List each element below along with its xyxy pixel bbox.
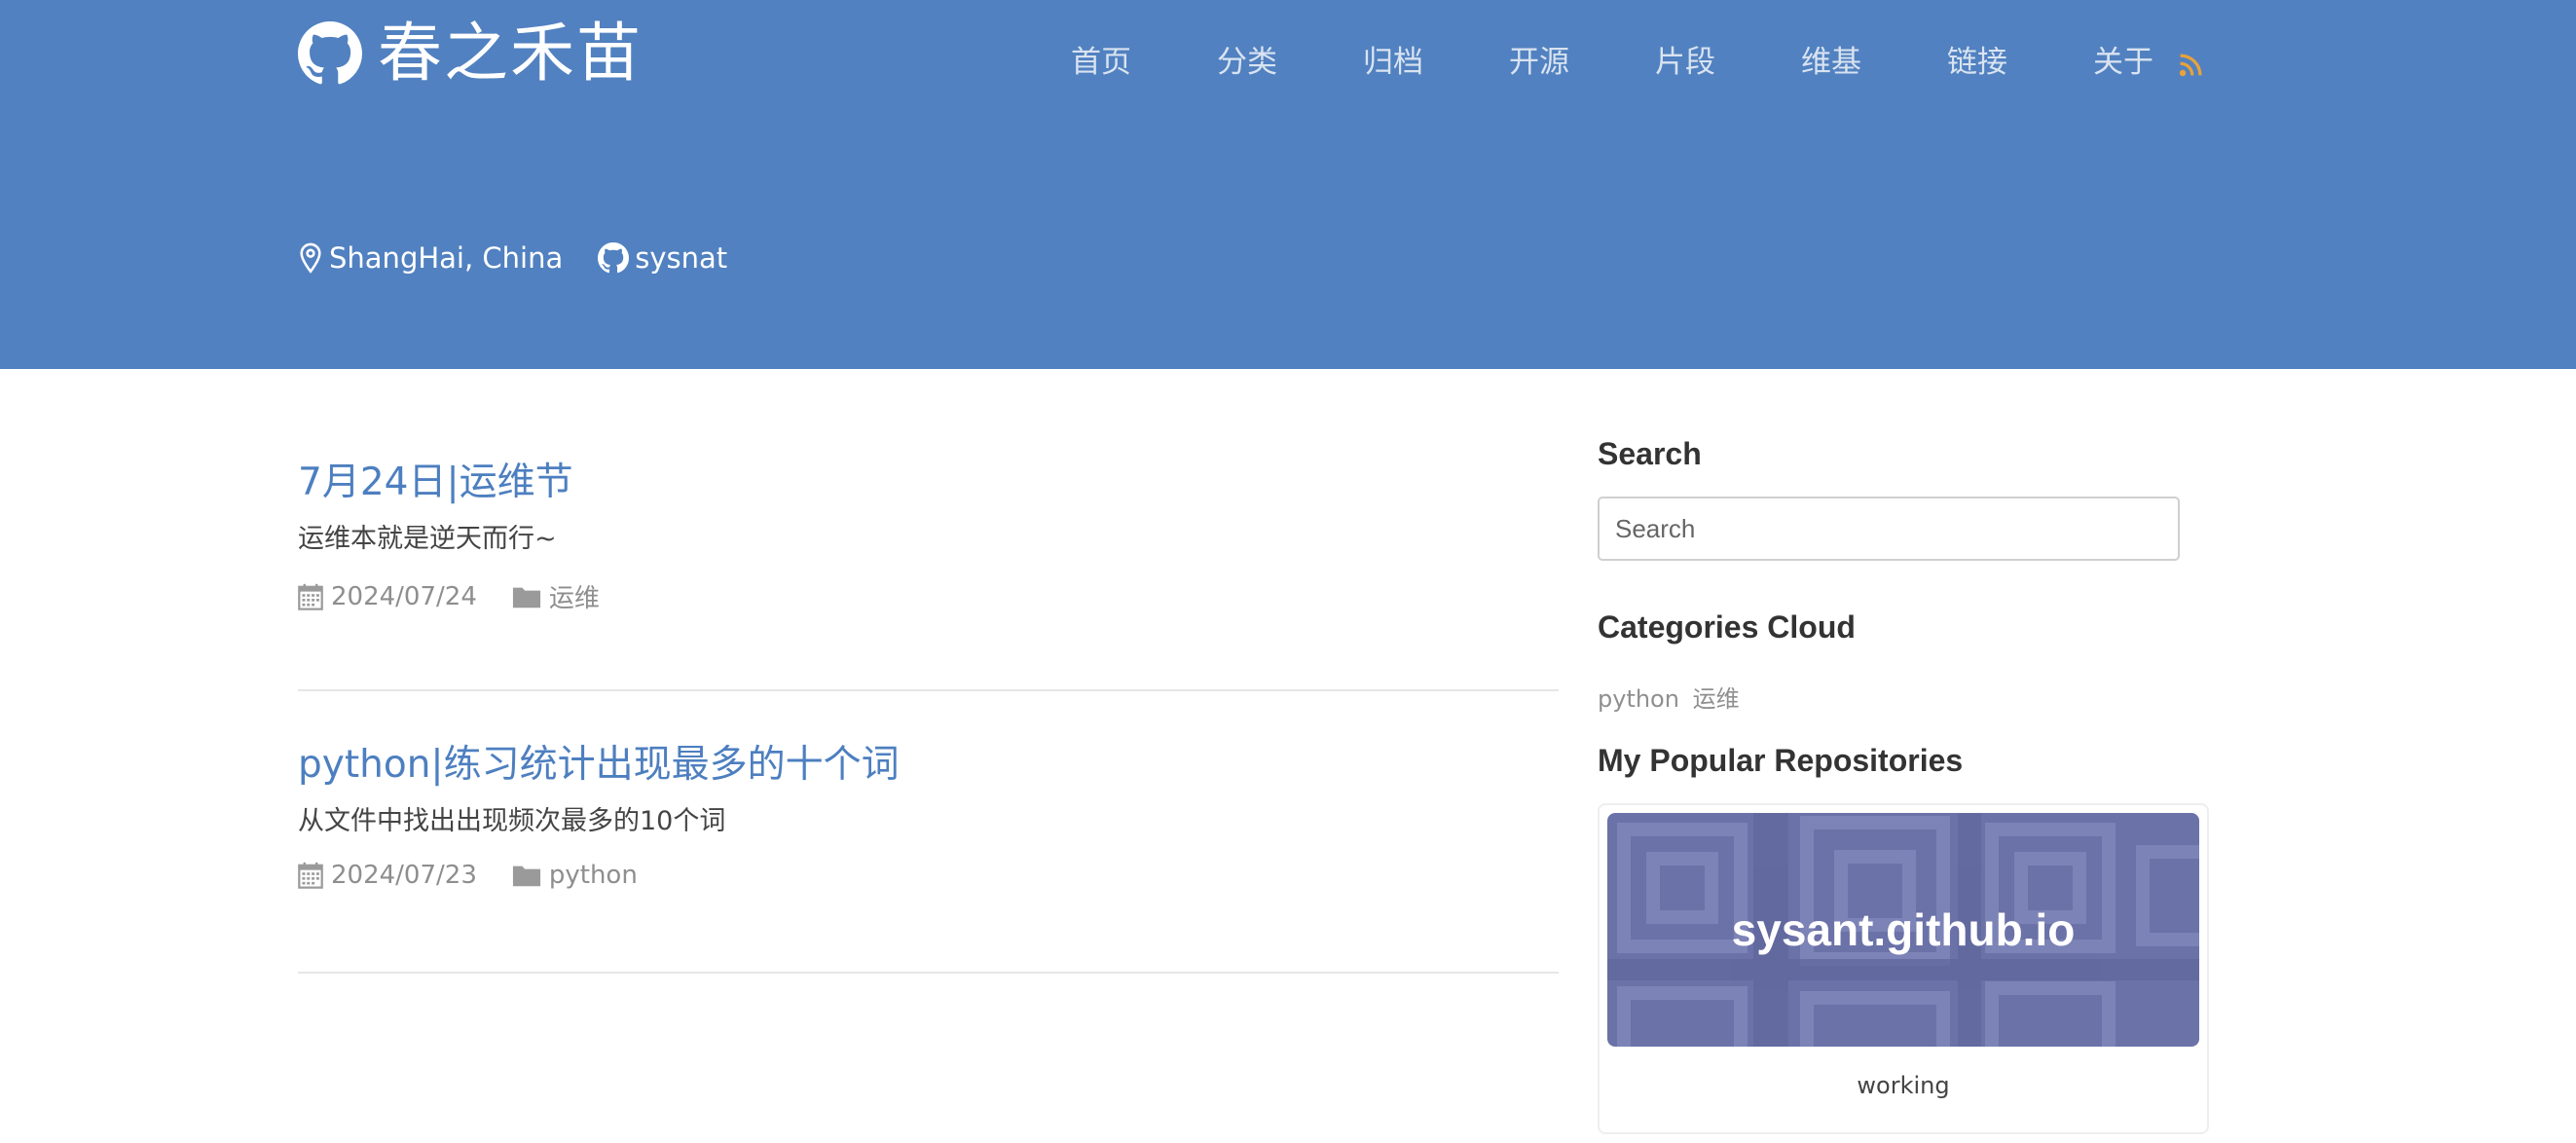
- repo-card[interactable]: sysant.github.io working: [1598, 803, 2209, 1134]
- calendar-icon: [298, 583, 323, 610]
- nav-item-links[interactable]: 链接: [1947, 37, 2007, 88]
- post-title[interactable]: 7月24日|运维节: [298, 458, 573, 508]
- nav-item-categories[interactable]: 分类: [1217, 37, 1277, 88]
- folder-icon: [512, 866, 540, 887]
- repo-description: working: [1857, 1072, 1950, 1099]
- repo-banner: sysant.github.io: [1607, 813, 2199, 1047]
- post-item: python|练习统计出现最多的十个词 从文件中找出出现频次最多的10个词 20…: [298, 691, 1559, 974]
- nav-item-wiki[interactable]: 维基: [1801, 37, 1861, 88]
- categories-cloud: python 运维: [1598, 680, 2209, 714]
- location-text: ShangHai, China: [329, 241, 564, 275]
- post-date-text: 2024/07/23: [331, 861, 477, 890]
- location-pin-icon: [300, 242, 321, 274]
- post-title[interactable]: python|练习统计出现最多的十个词: [298, 740, 900, 791]
- categories-heading: Categories Cloud: [1598, 609, 1856, 645]
- profile-info: ShangHai, China sysnat: [298, 241, 762, 275]
- search-input[interactable]: [1598, 497, 2180, 561]
- post-meta: 2024/07/23 python: [298, 861, 1559, 890]
- nav-item-about[interactable]: 关于: [2093, 37, 2153, 88]
- post-category[interactable]: python: [512, 861, 638, 890]
- post-date-text: 2024/07/24: [331, 581, 477, 611]
- calendar-icon: [298, 862, 323, 889]
- github-profile-link[interactable]: sysnat: [598, 241, 727, 275]
- nav-item-home[interactable]: 首页: [1071, 37, 1131, 88]
- post-category[interactable]: 运维: [512, 578, 600, 614]
- repos-heading: My Popular Repositories: [1598, 743, 1964, 778]
- folder-icon: [512, 587, 540, 608]
- github-icon: [298, 21, 362, 85]
- github-username[interactable]: sysnat: [635, 241, 727, 275]
- site-header: 春之禾苗 首页 分类 归档 开源 片段 维基 链接 关于 ShangHai, C…: [0, 0, 2576, 369]
- post-category-text[interactable]: 运维: [549, 578, 600, 614]
- post-item: 7月24日|运维节 运维本就是逆天而行~ 2024/07/24 运维: [298, 458, 1559, 691]
- location: ShangHai, China: [298, 241, 563, 275]
- category-tag-python[interactable]: python: [1598, 685, 1679, 713]
- post-date: 2024/07/24: [298, 582, 477, 611]
- site-title[interactable]: 春之禾苗: [378, 17, 643, 91]
- post-summary: 从文件中找出出现频次最多的10个词: [298, 806, 726, 836]
- sidebar: Search Categories Cloud python 运维 My Pop…: [1598, 428, 2209, 1134]
- post-summary: 运维本就是逆天而行~: [298, 524, 557, 554]
- repo-name[interactable]: sysant.github.io: [1607, 813, 2199, 1047]
- site-brand[interactable]: 春之禾苗: [298, 17, 643, 91]
- main-nav: 首页 分类 归档 开源 片段 维基 链接 关于: [1071, 37, 2204, 88]
- nav-item-archive[interactable]: 归档: [1363, 37, 1423, 88]
- nav-item-snippets[interactable]: 片段: [1655, 37, 1715, 88]
- post-date: 2024/07/23: [298, 861, 477, 890]
- category-tag-ops[interactable]: 运维: [1693, 685, 1740, 713]
- github-icon: [598, 242, 630, 274]
- nav-item-open-source[interactable]: 开源: [1509, 37, 1569, 88]
- search-heading: Search: [1598, 436, 1702, 471]
- post-list: 7月24日|运维节 运维本就是逆天而行~ 2024/07/24 运维 pytho…: [298, 458, 1559, 974]
- post-meta: 2024/07/24 运维: [298, 578, 1559, 614]
- post-category-text[interactable]: python: [549, 861, 638, 890]
- rss-icon[interactable]: [2179, 52, 2204, 77]
